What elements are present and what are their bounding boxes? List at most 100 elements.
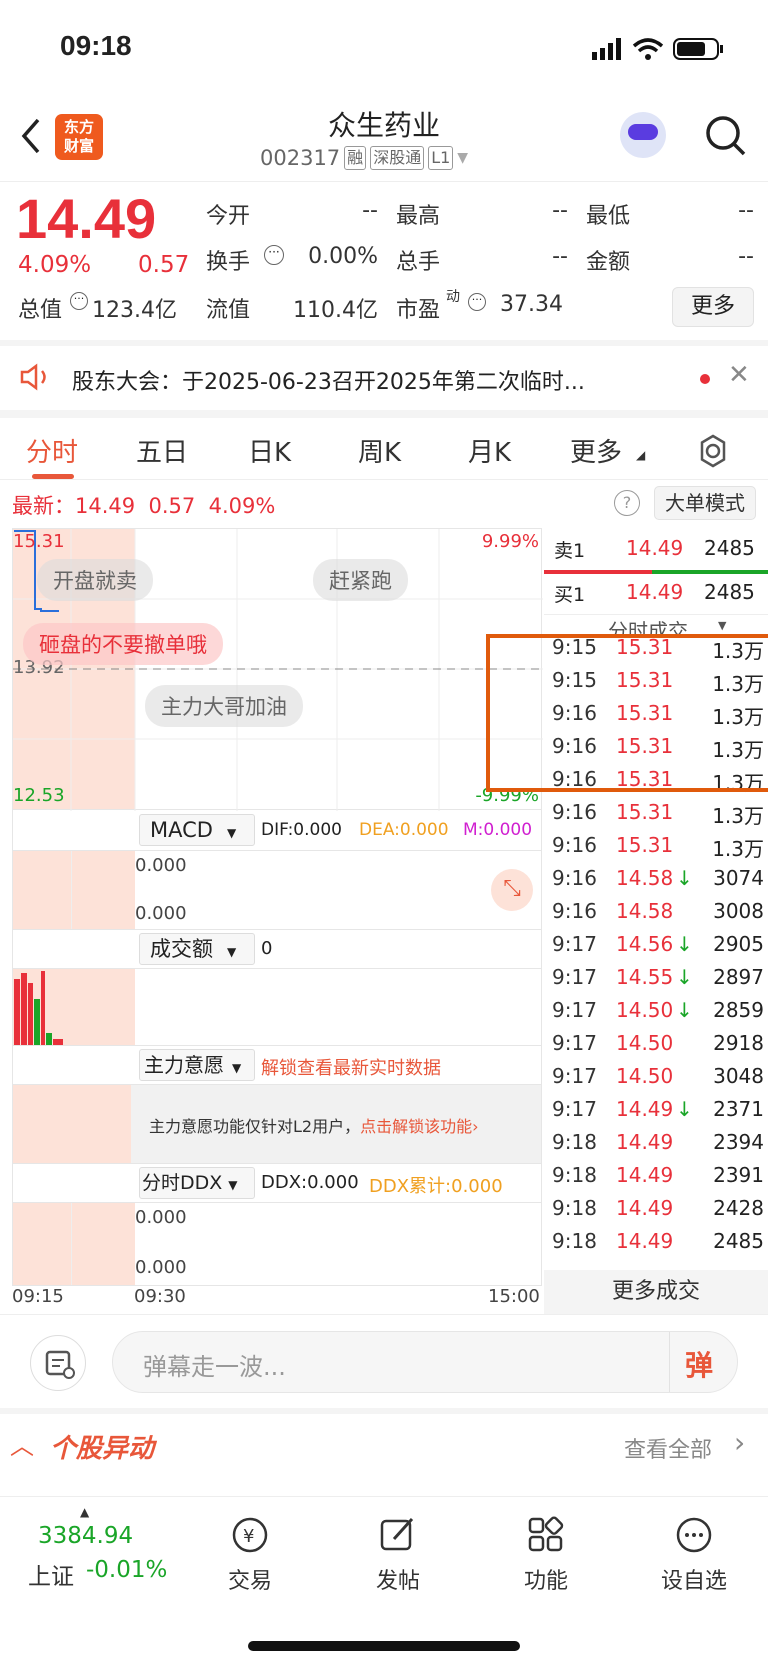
macd-m: M:0.000	[463, 820, 533, 840]
tick-row: 9:18 14.49 2391	[544, 1159, 768, 1192]
expand-icon[interactable]: ⤡	[491, 869, 533, 911]
status-bar: 09:18	[0, 0, 768, 96]
tab-daily-k[interactable]: 日K	[248, 432, 291, 469]
big-order-mode-button[interactable]: 大单模式	[654, 486, 756, 520]
tab-more[interactable]: 更多	[570, 432, 622, 469]
intraday-chart[interactable]: 15.31 9.99% 13.92 12.53 -9.99% 开盘就卖 赶紧跑 …	[12, 528, 543, 811]
info-icon[interactable]: ···	[468, 293, 486, 311]
tick-time: 9:17	[552, 1064, 597, 1088]
chevron-down-icon: ▼	[457, 150, 469, 166]
tab-five-day[interactable]: 五日	[136, 432, 188, 469]
tick-row: 9:16 14.58 3008	[544, 895, 768, 928]
amount-panel	[12, 968, 542, 1046]
danmu-input[interactable]: 弹幕走一波... 弹	[112, 1331, 738, 1393]
tab-intraday[interactable]: 分时	[26, 432, 78, 469]
search-icon[interactable]	[704, 114, 748, 158]
tick-price: 14.58	[616, 866, 674, 890]
tick-price: 15.31	[616, 800, 674, 824]
will-selector[interactable]: 主力意愿 ▼	[139, 1049, 255, 1081]
buy-row: 买1 14.49 2485	[544, 574, 768, 612]
high-value: --	[552, 198, 568, 223]
robot-assistant-icon[interactable]	[620, 112, 666, 158]
open-value: --	[362, 198, 378, 223]
pe-sup: 动	[446, 289, 460, 305]
amount-value: --	[738, 244, 754, 269]
tick-time: 9:17	[552, 1031, 597, 1055]
tick-volume: 2371	[713, 1097, 764, 1121]
stock-code-row[interactable]: 002317 融 深股通 L1 ▼	[260, 146, 468, 170]
info-icon[interactable]: ···	[70, 292, 88, 310]
more-trades-button[interactable]: 更多成交	[544, 1270, 768, 1314]
tick-time: 9:17	[552, 932, 597, 956]
svg-text:¥: ¥	[243, 1526, 254, 1547]
lock-overlay[interactable]: 主力意愿功能仅针对L2用户，点击解锁该功能›	[131, 1085, 541, 1163]
turnover-label: 换手	[206, 250, 251, 275]
tab-weekly-k[interactable]: 周K	[358, 432, 401, 469]
tick-time: 9:18	[552, 1229, 597, 1253]
open-label: 今开	[206, 204, 251, 229]
nav-trade[interactable]: ¥ 交易	[200, 1515, 300, 1595]
tick-row: 9:17 14.55 ↓ 2897	[544, 961, 768, 994]
tick-time: 9:18	[552, 1196, 597, 1220]
bottom-nav: ▲ 3384.94 上证 -0.01% ¥ 交易 发帖 功能 设自选	[0, 1496, 768, 1664]
more-quote-button[interactable]: 更多	[672, 287, 754, 327]
sell-row: 卖1 14.49 2485	[544, 528, 768, 568]
tag-level: L1	[428, 146, 454, 170]
amount-selector[interactable]: 成交额 ▼	[139, 933, 255, 965]
movers-view-all[interactable]: 查看全部	[624, 1432, 712, 1464]
tick-price: 14.49	[616, 1163, 674, 1187]
tick-row: 9:16 15.31 1.3万	[544, 796, 768, 829]
danmu-send-button[interactable]: 弹	[685, 1344, 713, 1384]
ddx-bottom-value: 0.000	[135, 1257, 187, 1278]
tick-row: 9:17 14.50 3048	[544, 1060, 768, 1093]
tag-margin: 融	[344, 146, 367, 170]
tab-monthly-k[interactable]: 月K	[468, 432, 511, 469]
info-icon[interactable]: ···	[264, 245, 284, 265]
movers-title: 个股异动	[50, 1434, 155, 1464]
sell-label: 卖1	[554, 540, 586, 562]
tick-price: 14.58	[616, 899, 674, 923]
status-icons	[592, 38, 723, 60]
tick-volume: 2485	[713, 1229, 764, 1253]
macd-selector[interactable]: MACD ▼	[139, 814, 255, 846]
tick-time: 9:18	[552, 1130, 597, 1154]
turnover-value: 0.00%	[308, 244, 378, 269]
tick-volume: 2918	[713, 1031, 764, 1055]
axis-high: 15.31	[13, 531, 65, 552]
tick-volume: 2897	[713, 965, 764, 989]
tick-price: 14.50	[616, 1064, 674, 1088]
ddx-panel: 0.000 0.000	[12, 1202, 542, 1286]
ddx-value: DDX:0.000	[261, 1172, 359, 1193]
will-header: 主力意愿 ▼ 解锁查看最新实时数据	[12, 1046, 542, 1084]
amount-val: 0	[261, 938, 273, 959]
will-lock-text[interactable]: 解锁查看最新实时数据	[261, 1054, 441, 1080]
notice-bar[interactable]: 股东大会：于2025-06-23召开2025年第二次临时... ✕	[0, 340, 768, 410]
danmu-bubble: 主力大哥加油	[145, 685, 303, 727]
mktcap-value: 123.4亿	[92, 298, 177, 323]
latest-price: 14.49	[75, 494, 136, 518]
ddx-selector[interactable]: 分时DDX ▼	[139, 1167, 255, 1199]
nav-post[interactable]: 发帖	[348, 1515, 448, 1595]
tick-price: 14.49	[616, 1097, 674, 1121]
notice-text: 股东大会：于2025-06-23召开2025年第二次临时...	[72, 370, 585, 395]
danmu-settings-icon[interactable]	[30, 1335, 86, 1391]
index-pct: -0.01%	[86, 1557, 168, 1583]
tick-row: 9:16 14.58 ↓ 3074	[544, 862, 768, 895]
tick-price: 15.31	[616, 833, 674, 857]
unlock-link[interactable]: 点击解锁该功能	[360, 1117, 472, 1136]
help-icon[interactable]: ?	[614, 490, 640, 516]
ddx-top-value: 0.000	[135, 1207, 187, 1228]
nav-function[interactable]: 功能	[496, 1515, 596, 1595]
tick-row: 9:16 15.31 1.3万	[544, 829, 768, 862]
tick-volume: 3008	[713, 899, 764, 923]
gear-icon[interactable]	[696, 434, 730, 468]
pe-value: 37.34	[500, 292, 563, 317]
close-icon[interactable]: ✕	[728, 360, 750, 390]
axis-high-pct: 9.99%	[481, 531, 539, 552]
nav-watchlist[interactable]: 设自选	[644, 1515, 744, 1595]
tick-volume: 2428	[713, 1196, 764, 1220]
movers-section[interactable]: ︿ 个股异动 查看全部 ›	[0, 1408, 768, 1480]
tick-price: 14.49	[616, 1229, 674, 1253]
volume-label: 总手	[396, 250, 441, 275]
tick-row: 9:18 14.49 2485	[544, 1225, 768, 1258]
